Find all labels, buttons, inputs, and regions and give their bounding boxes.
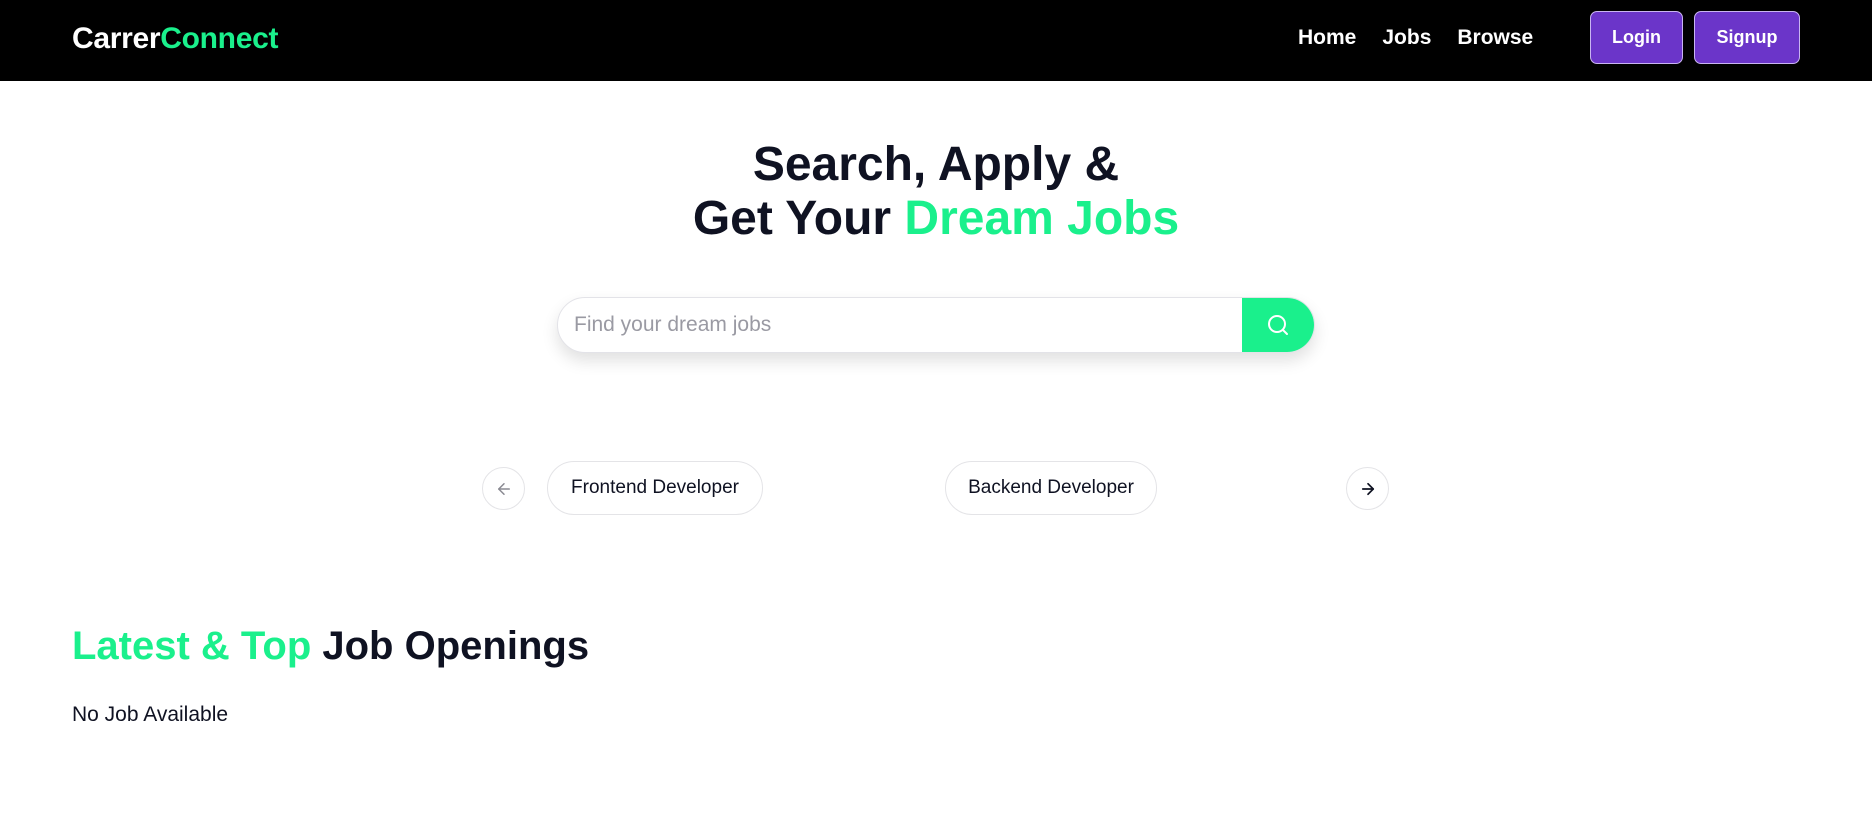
nav-link-home[interactable]: Home xyxy=(1298,26,1356,50)
arrow-left-icon xyxy=(497,482,510,495)
carousel-next-button[interactable] xyxy=(1346,467,1389,510)
search-button[interactable] xyxy=(1242,298,1314,352)
navbar: CarrerConnect Home Jobs Browse Login Sig… xyxy=(0,0,1872,81)
jobs-section-title: Latest & Top Job Openings xyxy=(72,624,589,669)
search-input[interactable] xyxy=(558,298,1242,352)
hero-title-line2: Get Your xyxy=(692,192,905,245)
jobs-section-title-rest: Job Openings xyxy=(311,624,590,668)
category-chip-backend-developer[interactable]: Backend Developer xyxy=(945,461,1157,515)
brand-logo[interactable]: CarrerConnect xyxy=(72,22,278,56)
hero-title: Search, Apply & Get Your Dream Jobs xyxy=(0,138,1872,246)
hero-title-line1: Search, Apply & xyxy=(752,138,1120,191)
nav-link-browse[interactable]: Browse xyxy=(1457,26,1533,50)
signup-button[interactable]: Signup xyxy=(1694,11,1800,64)
category-chip-frontend-developer[interactable]: Frontend Developer xyxy=(547,461,763,515)
empty-jobs-message: No Job Available xyxy=(72,703,229,726)
brand-name-part2: Connect xyxy=(160,22,279,55)
search-bar xyxy=(557,297,1315,353)
nav-link-jobs[interactable]: Jobs xyxy=(1382,26,1431,50)
carousel-prev-button[interactable] xyxy=(482,467,525,510)
login-button[interactable]: Login xyxy=(1590,11,1683,64)
brand-name-part1: Carrer xyxy=(72,22,161,55)
jobs-section-title-accent: Latest & Top xyxy=(72,624,312,668)
nav-links: Home Jobs Browse xyxy=(1298,26,1533,50)
hero-title-accent: Dream Jobs xyxy=(904,192,1180,245)
arrow-right-icon xyxy=(1361,482,1374,495)
search-icon xyxy=(1268,315,1288,335)
